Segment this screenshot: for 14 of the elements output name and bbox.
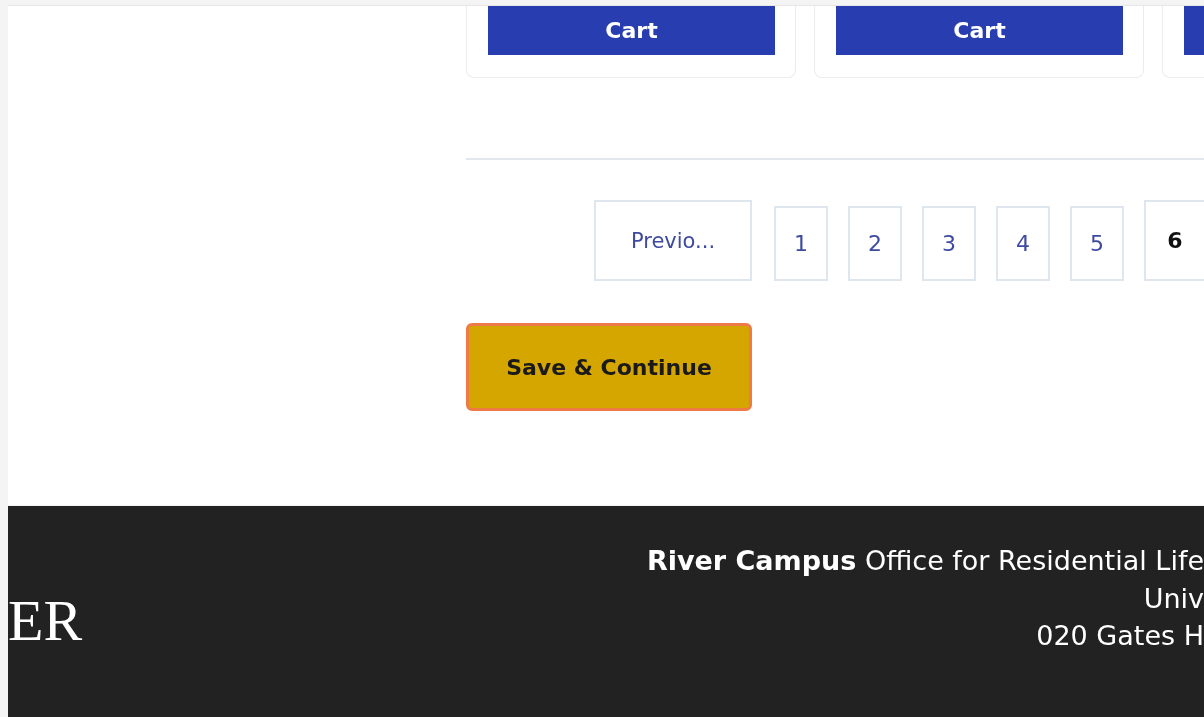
save-continue-button[interactable]: Save & Continue	[466, 323, 752, 411]
add-to-cart-button[interactable]: Cart	[836, 6, 1123, 55]
footer-address-line: Univ	[1143, 583, 1204, 614]
footer-address-line: River Campus Office for Residential Life	[646, 546, 1204, 576]
footer-address-line: 020 Gates H	[1036, 621, 1204, 652]
page-number-button[interactable]: 5	[1070, 206, 1124, 281]
previous-page-button[interactable]: Previo...	[594, 200, 752, 281]
add-to-cart-button[interactable]: Cart	[488, 6, 775, 55]
page-number-button[interactable]: 6	[1144, 200, 1204, 281]
page-number-button[interactable]: 4	[996, 206, 1050, 281]
logo-text: ER	[8, 592, 83, 650]
page-number-button[interactable]: 2	[848, 206, 902, 281]
page-number-button[interactable]: 3	[922, 206, 976, 281]
page-number-button[interactable]: 1	[774, 206, 828, 281]
